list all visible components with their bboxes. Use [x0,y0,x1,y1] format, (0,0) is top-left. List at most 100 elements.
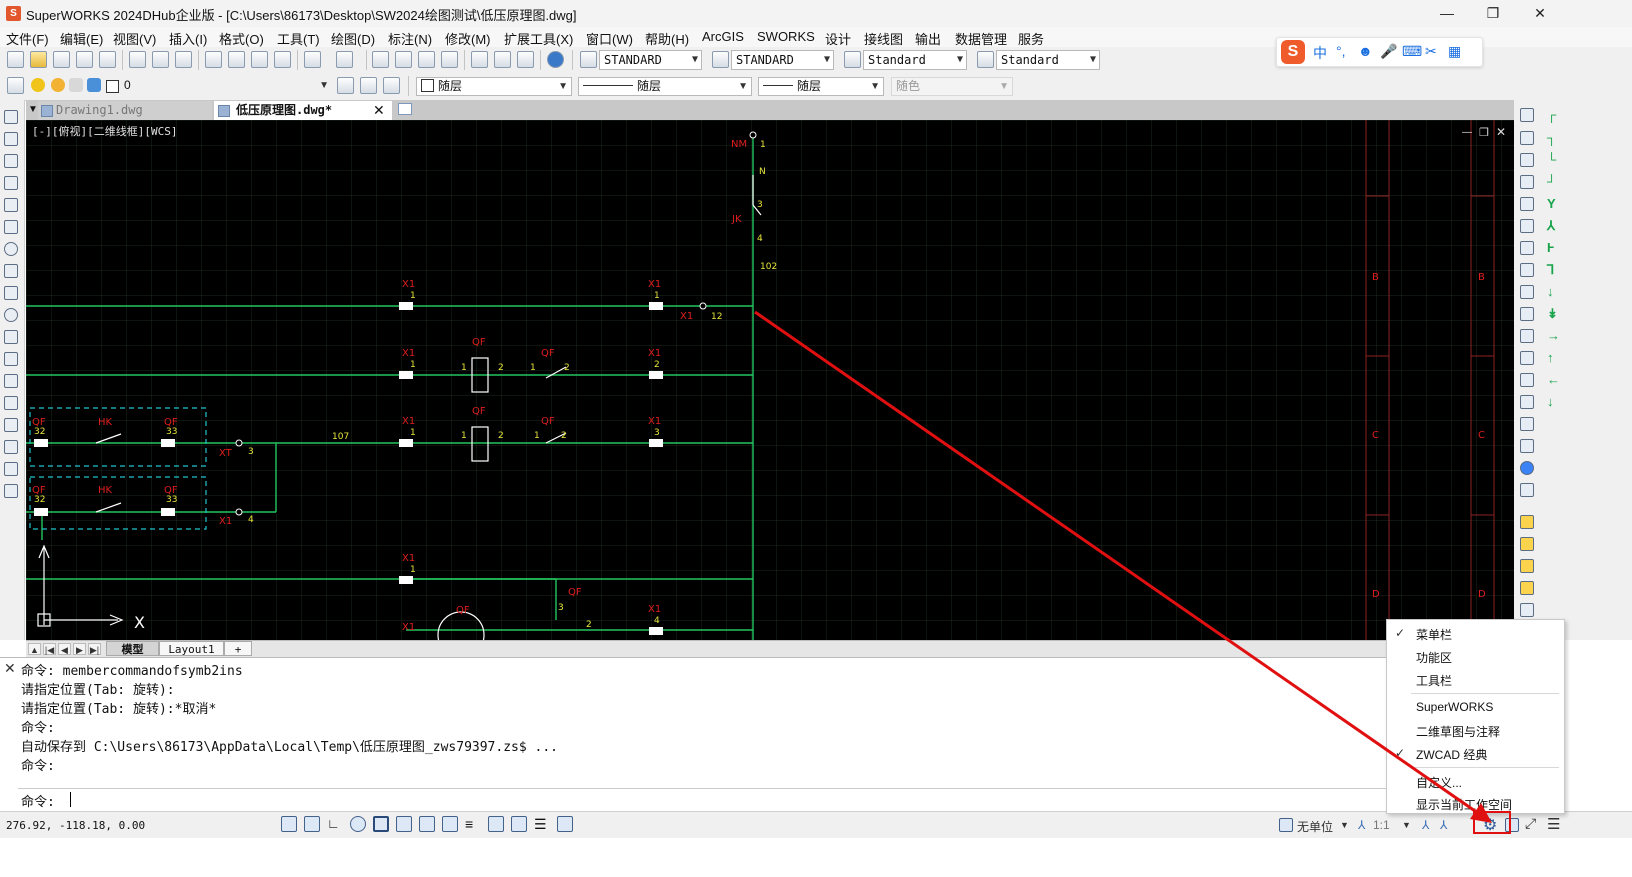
command-close-icon[interactable]: ✕ [4,660,16,677]
layout-prev[interactable]: ◀ [58,643,71,655]
polar-icon[interactable] [350,816,366,832]
zoom-previous-icon[interactable] [441,51,458,68]
menu-format[interactable]: 格式(O) [219,29,264,48]
dyn-icon[interactable] [442,816,458,832]
ortho-line-icon[interactable]: ┌ [1547,108,1559,122]
annotation-monitor-icon[interactable] [557,816,573,832]
tee-left-icon[interactable]: ⅄ [1547,219,1559,233]
copy-icon[interactable] [228,51,245,68]
drawing-canvas[interactable]: NM JK X1 X1 X1 X1 X1 QF QF X1 X1 QF QF Q… [26,120,1514,640]
layout-first[interactable]: |◀ [43,643,56,655]
annotation-scale-icon[interactable]: ⅄ [1358,818,1365,832]
layout-scroll-up[interactable]: ▲ [28,643,41,655]
arrow-right-icon[interactable]: → [1547,329,1560,343]
explode-icon[interactable] [1520,439,1534,453]
tab-drawing1[interactable]: Drawing1.dwg [38,101,212,120]
match-properties-icon[interactable] [274,51,291,68]
tee-up-icon[interactable]: Y [1547,197,1559,211]
mirror-icon[interactable] [1520,153,1534,167]
menu-output[interactable]: 输出 [915,29,941,48]
scale-icon[interactable] [1520,263,1534,277]
zoom-realtime-icon[interactable] [395,51,412,68]
draworder-front-icon[interactable] [1520,515,1534,529]
layer-select[interactable]: 0 ▼ [120,77,332,96]
table-style-select[interactable]: Standard ▼ [863,50,967,70]
corner-bl-icon[interactable]: └ [1547,153,1559,167]
layer-on-bulb-icon[interactable] [31,78,45,92]
text-front-icon[interactable] [1520,603,1534,617]
menu-design[interactable]: 设计 [825,29,851,48]
spline-icon[interactable] [4,286,18,300]
menu-item-superworks[interactable]: SuperWORKS [1416,700,1493,714]
hatch-icon[interactable] [4,418,18,432]
make-block-icon[interactable] [4,374,18,388]
menu-draw[interactable]: 绘图(D) [331,29,375,48]
units-dropdown-icon[interactable]: ▼ [1340,820,1349,830]
selection-cycle-icon[interactable] [511,816,527,832]
lineweight-icon[interactable]: ≡ [465,816,481,832]
draworder-above-icon[interactable] [1520,559,1534,573]
viewport-close-icon[interactable]: ✕ [1496,125,1506,139]
ime-toolbox-icon[interactable]: ▦ [1448,43,1461,60]
draworder-back-icon[interactable] [1520,537,1534,551]
extend-icon[interactable] [1520,329,1534,343]
viewport-minimize-icon[interactable]: — [1462,127,1472,138]
erase-icon[interactable] [1520,108,1534,122]
help-icon[interactable] [547,51,564,68]
menu-modify[interactable]: 修改(M) [445,29,491,48]
layer-previous-icon[interactable] [360,77,377,94]
new-tab-icon[interactable] [398,103,412,115]
minimize-button[interactable]: — [1424,0,1470,27]
ime-screenshot-icon[interactable]: ✂ [1425,43,1437,60]
menu-arcgis[interactable]: ArcGIS [702,29,744,44]
maximize-button[interactable]: ❐ [1470,0,1516,27]
linetype-select[interactable]: 随层 ▼ [578,77,752,96]
publish-icon[interactable] [175,51,192,68]
viewport-restore-icon[interactable]: ❐ [1479,126,1489,139]
menu-tools[interactable]: 工具(T) [277,29,320,48]
clean-screen-icon[interactable]: ⤢ [1525,815,1536,832]
status-menu-icon[interactable]: ☰ [1547,815,1560,833]
array-icon[interactable] [1520,197,1534,211]
annotation-visibility-icon[interactable]: ⅄ [1422,818,1429,832]
menu-sworks[interactable]: SWORKS [757,29,815,44]
point-icon[interactable] [4,396,18,410]
osnap-icon[interactable] [373,816,389,832]
corner-tl-icon[interactable]: ┐ [1547,131,1559,145]
layer-manager-icon[interactable] [7,77,24,94]
arrow-up-icon[interactable]: ↑ [1547,351,1559,365]
line-icon[interactable] [4,110,18,124]
units-label[interactable]: 无单位 [1297,818,1333,835]
menu-item-2d-drafting[interactable]: 二维草图与注释 [1416,723,1500,740]
redo-icon[interactable] [336,51,353,68]
arc-icon[interactable] [4,220,18,234]
menu-item-ribbon[interactable]: 功能区 [1416,649,1452,666]
save-icon[interactable] [53,51,70,68]
ime-chinese-mode[interactable]: 中 [1313,43,1327,63]
ime-logo-icon[interactable]: S [1281,40,1305,64]
arrow-down-end-icon[interactable]: ↓ [1547,395,1559,409]
region-icon[interactable] [4,440,18,454]
render-icon[interactable] [1520,461,1534,475]
menu-dimension[interactable]: 标注(N) [388,29,432,48]
ime-keyboard-icon[interactable]: ⌨ [1402,43,1422,60]
revision-cloud-icon[interactable] [4,264,18,278]
corner-br-icon[interactable]: ┘ [1547,175,1559,189]
tab-add-layout[interactable]: + [224,641,252,656]
polyline-icon[interactable] [4,154,18,168]
tab-menu-icon[interactable]: ▼ [28,104,38,115]
properties-icon[interactable] [471,51,488,68]
menu-insert[interactable]: 插入(I) [169,29,207,48]
polygon-icon[interactable] [4,176,18,190]
menu-help[interactable]: 帮助(H) [645,29,689,48]
offset-icon[interactable] [1520,175,1534,189]
transparency-icon[interactable] [488,816,504,832]
menu-extended-tools[interactable]: 扩展工具(X) [504,29,573,48]
multileader-style-select[interactable]: Standard ▼ [996,50,1100,70]
copy-object-icon[interactable] [1520,131,1534,145]
properties-toggle-icon[interactable]: ☰ [534,816,550,832]
stretch-icon[interactable] [1520,285,1534,299]
layer-viewport-icon[interactable] [69,78,83,92]
move-icon[interactable] [1520,219,1534,233]
tool-palette-icon[interactable] [517,51,534,68]
